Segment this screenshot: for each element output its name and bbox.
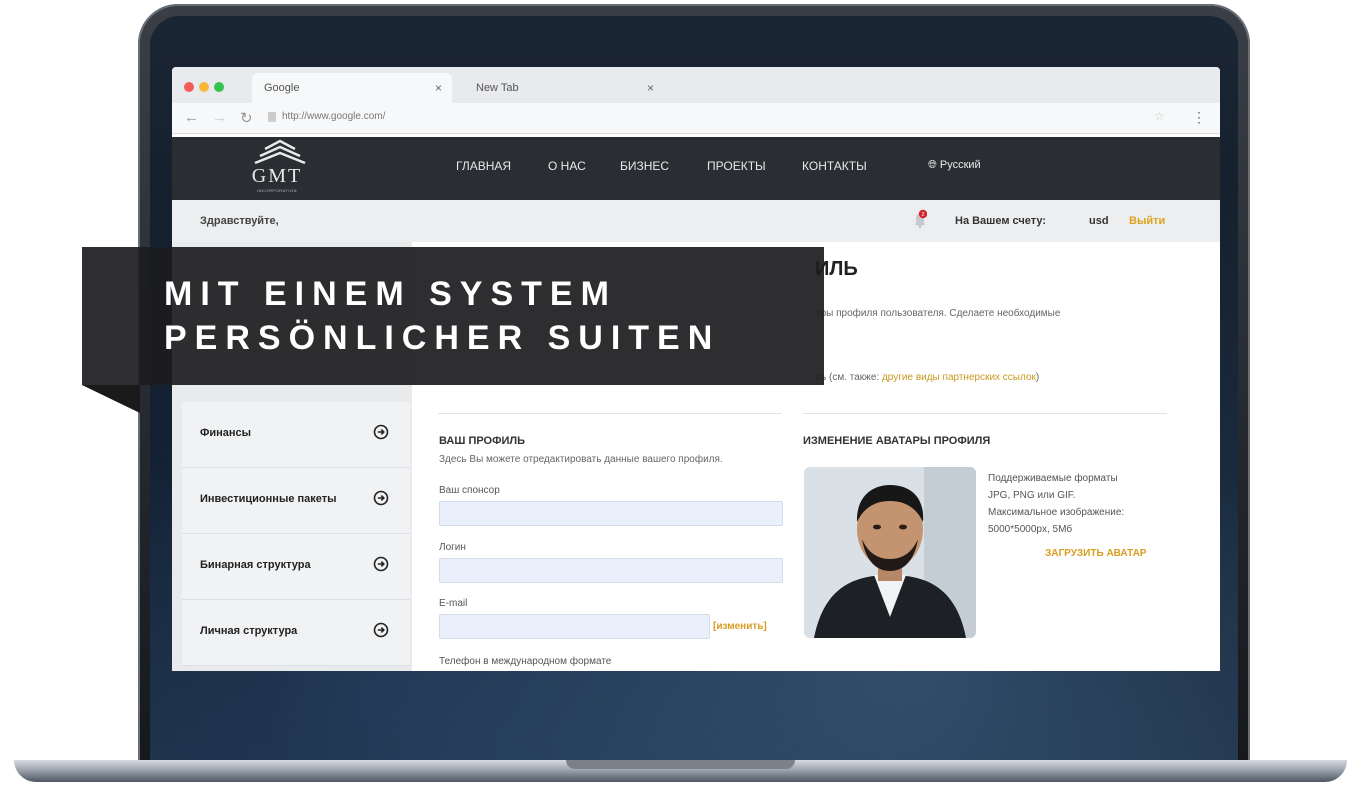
logo-text: GMT [251, 165, 303, 187]
promo-banner-text: MIT EINEM SYSTEM PERSÖNLICHER SUITEN [82, 272, 720, 360]
mountain-logo-icon [254, 139, 305, 165]
close-window-button[interactable] [184, 82, 194, 92]
avatar-requirements: Поддерживаемые форматы JPG, PNG или GIF.… [988, 470, 1178, 538]
sponsor-label: Ваш спонсор [439, 485, 500, 496]
sponsor-field[interactable] [439, 501, 783, 526]
profile-section-subtitle: Здесь Вы можете отредактировать данные в… [439, 454, 723, 465]
account-balance-label: На Вашем счету: [955, 215, 1047, 227]
tab-label: Google [264, 82, 300, 94]
phone-label: Телефон в международном формате [439, 656, 612, 667]
avatar-info-line: Поддерживаемые форматы [988, 473, 1118, 484]
nav-about[interactable]: О НАС [548, 159, 586, 173]
promo-line-1: MIT EINEM SYSTEM [164, 275, 617, 313]
avatar-info-line: 5000*5000px, 5Мб [988, 524, 1073, 535]
page-icon [268, 112, 276, 122]
change-email-link[interactable]: [изменить] [713, 621, 767, 632]
arrow-right-circle-icon [373, 622, 389, 638]
sidebar-item-label: Личная структура [200, 625, 298, 637]
language-selector[interactable]: 🌐︎ Русский [928, 159, 981, 172]
close-tab-icon[interactable]: × [435, 73, 442, 103]
minimize-window-button[interactable] [199, 82, 209, 92]
arrow-right-circle-icon [373, 424, 389, 440]
arrow-right-circle-icon [373, 556, 389, 572]
user-info-bar: Здравствуйте, 2 На Вашем счету: usd Выйт… [172, 200, 1220, 243]
currency-value: usd [1089, 215, 1109, 227]
greeting-text: Здравствуйте, [200, 215, 279, 227]
referral-info: сь (см. также: другие виды партнерских с… [816, 372, 1039, 383]
sidebar-item-label: Бинарная структура [200, 559, 311, 571]
globe-icon: 🌐︎ [928, 159, 937, 171]
window-controls [184, 79, 229, 97]
email-label: E-mail [439, 598, 468, 609]
back-arrow-icon[interactable]: ← [184, 109, 199, 126]
laptop-base-notch [566, 760, 795, 769]
browser-menu-icon[interactable]: ⋮ [1192, 109, 1206, 126]
bookmark-star-icon[interactable]: ☆ [1154, 109, 1165, 123]
nav-projects[interactable]: ПРОЕКТЫ [707, 159, 766, 173]
tab-google[interactable]: Google × [252, 73, 452, 103]
logout-link[interactable]: Выйти [1129, 215, 1165, 227]
nav-home[interactable]: ГЛАВНАЯ [456, 159, 511, 173]
maximize-window-button[interactable] [214, 82, 224, 92]
gmt-logo[interactable]: GMT INCORPORATION [242, 139, 317, 199]
avatar-section-title: ИЗМЕНЕНИЕ АВАТАРЫ ПРОФИЛЯ [803, 435, 991, 447]
promo-line-2: PERSÖNLICHER SUITEN [164, 319, 721, 357]
sidebar-item-investment-packages[interactable]: Инвестиционные пакеты [182, 468, 410, 534]
url-field[interactable]: http://www.google.com/ [282, 111, 385, 122]
address-bar: ← → ↻ http://www.google.com/ ☆ ⋮ [172, 103, 1220, 134]
profile-photo [804, 467, 976, 638]
tab-label: New Tab [476, 82, 519, 94]
sidebar-item-finance[interactable]: Финансы [182, 402, 410, 468]
tab-new-tab[interactable]: New Tab × [464, 73, 664, 103]
language-label: Русский [939, 159, 981, 171]
partner-links-link[interactable]: другие виды партнерских ссылок [882, 372, 1036, 383]
sidebar-item-label: Финансы [200, 427, 252, 439]
login-label: Логин [439, 542, 466, 553]
page-description: тры профиля пользователя. Сделаете необх… [816, 308, 1061, 319]
bell-icon[interactable]: 2 [913, 209, 927, 229]
login-field[interactable] [439, 558, 783, 583]
nav-contacts[interactable]: КОНТАКТЫ [802, 159, 867, 173]
divider [803, 413, 1167, 414]
referral-suffix: ) [1035, 372, 1040, 383]
upload-avatar-button[interactable]: ЗАГРУЗИТЬ АВАТАР [1045, 548, 1146, 559]
notification-count: 2 [921, 212, 924, 218]
profile-section-title: ВАШ ПРОФИЛЬ [439, 435, 526, 447]
promo-banner-fold [82, 385, 140, 413]
avatar-info-line: Максимальное изображение: [988, 507, 1125, 518]
forward-arrow-icon[interactable]: → [212, 109, 227, 126]
arrow-right-circle-icon [373, 490, 389, 506]
tab-bar: Google × New Tab × [172, 67, 1220, 103]
logo-subtitle: INCORPORATION [257, 188, 297, 193]
divider [438, 413, 782, 414]
close-tab-icon[interactable]: × [647, 73, 654, 103]
reload-icon[interactable]: ↻ [240, 109, 253, 127]
nav-business[interactable]: БИЗНЕС [620, 159, 669, 173]
sidebar-item-label: Инвестиционные пакеты [200, 493, 337, 505]
avatar-info-line: JPG, PNG или GIF. [988, 490, 1076, 501]
sidebar-item-personal-structure[interactable]: Личная структура [182, 600, 410, 666]
avatar [804, 467, 976, 638]
referral-prefix: сь (см. также: [816, 372, 882, 383]
site-navbar: GMT INCORPORATION ГЛАВНАЯ О НАС БИЗНЕС П… [172, 137, 1220, 200]
sidebar-item-binary-structure[interactable]: Бинарная структура [182, 534, 410, 600]
email-field[interactable] [439, 614, 710, 639]
